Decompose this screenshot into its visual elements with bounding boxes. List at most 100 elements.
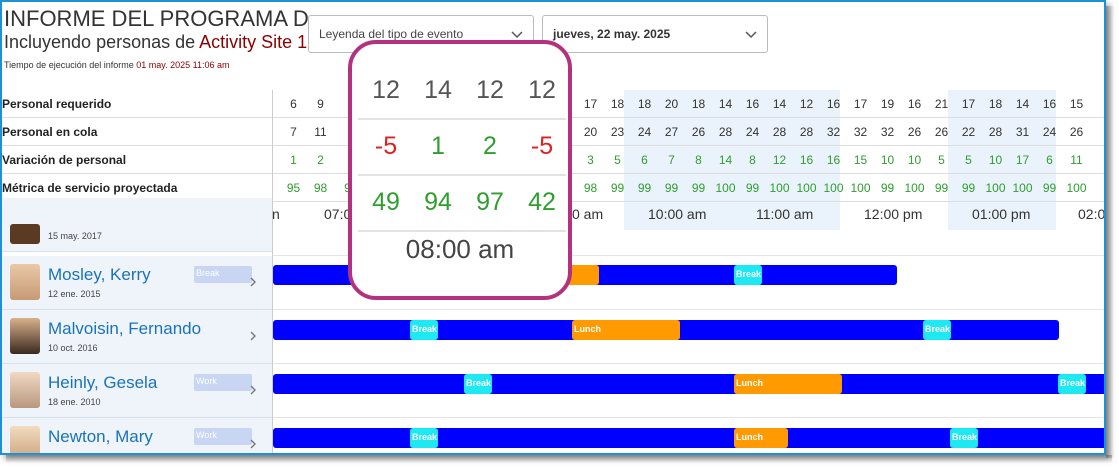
avatar — [10, 318, 40, 354]
chevron-right-icon[interactable] — [248, 438, 258, 450]
lunch-bar[interactable]: Lunch — [572, 320, 680, 340]
metric-cell-required: 20 — [664, 97, 679, 111]
person-name[interactable]: Malvoisin, Fernando — [48, 319, 201, 339]
metric-cell-variance: 15 — [853, 153, 868, 167]
person-name[interactable]: Heinly, Gesela — [48, 373, 157, 393]
metric-cell-required: 19 — [880, 97, 895, 111]
chevron-down-icon — [511, 31, 523, 39]
break-bar[interactable]: Break — [464, 374, 492, 394]
subtitle-prefix: Incluyendo personas de — [4, 32, 200, 52]
chevron-right-icon[interactable] — [248, 330, 258, 342]
metric-cell-service: 100 — [1066, 181, 1087, 195]
zoom-value: 12 — [528, 76, 556, 104]
chevron-down-icon — [745, 31, 757, 39]
time-label: 02:0 — [1078, 206, 1106, 222]
metric-cell-required: 15 — [1069, 97, 1084, 111]
person-row[interactable]: 15 may. 2017 — [2, 198, 272, 252]
zoom-value: 2 — [483, 132, 497, 160]
zoom-value: -5 — [530, 132, 554, 160]
report-window: INFORME DEL PROGRAMA DE TRABAJO Incluyen… — [0, 0, 1106, 455]
person-name[interactable]: Mosley, Kerry — [48, 265, 151, 285]
metric-cell-variance: 1 — [290, 153, 297, 167]
date-dropdown[interactable]: jueves, 22 may. 2025 — [542, 15, 768, 53]
person-row-newton[interactable]: Newton, Mary Work — [2, 418, 272, 453]
metric-cell-service: 95 — [286, 181, 301, 195]
metric-cell-variance: 7 — [668, 153, 675, 167]
chevron-right-icon[interactable] — [248, 384, 258, 396]
metric-cell-queued: 28 — [772, 125, 787, 139]
person-row-malvoisin[interactable]: Malvoisin, Fernando 10 oct. 2016 — [2, 310, 272, 364]
timeline-row-newton: Break Lunch Break — [273, 418, 1104, 453]
zoom-variance-row: -5 1 2 -5 — [358, 122, 566, 176]
metric-cell-queued: 22 — [961, 125, 976, 139]
zoom-service-row: 49 94 97 42 — [358, 178, 566, 232]
runtime-value: 01 may. 2025 11:06 am — [136, 60, 230, 70]
metric-cell-required: 18 — [691, 97, 706, 111]
break-bar[interactable]: Break — [734, 265, 762, 285]
metric-cell-queued: 11 — [314, 125, 327, 139]
person-start-date: 10 oct. 2016 — [48, 343, 98, 353]
metric-cell-service: 100 — [769, 181, 790, 195]
metric-cell-required: 16 — [745, 97, 760, 111]
person-start-date: 12 ene. 2015 — [48, 289, 101, 299]
lunch-bar[interactable]: Lunch — [734, 428, 788, 448]
metric-cell-queued: 27 — [664, 125, 679, 139]
metric-cell-variance: 17 — [1015, 153, 1030, 167]
work-tag: Break — [194, 266, 252, 283]
work-tag: Work — [194, 374, 252, 391]
metric-label-queued: Personal en cola — [2, 118, 272, 146]
metric-cell-queued: 7 — [290, 125, 297, 139]
metric-cell-queued: 26 — [934, 125, 949, 139]
metric-cell-required: 16 — [1042, 97, 1057, 111]
work-bar[interactable] — [273, 374, 1104, 394]
metric-cell-queued: 23 — [610, 125, 625, 139]
person-row-mosley[interactable]: Mosley, Kerry 12 ene. 2015 Break — [2, 256, 272, 310]
runtime-label: Tiempo de ejecución del informe — [4, 60, 137, 70]
break-bar[interactable]: Break — [923, 320, 951, 340]
metric-cell-variance: 3 — [587, 153, 594, 167]
break-bar[interactable]: Break — [1058, 374, 1086, 394]
break-bar[interactable]: Break — [410, 320, 438, 340]
person-row-heinly[interactable]: Heinly, Gesela 18 ene. 2010 Work — [2, 364, 272, 418]
time-label: 10:00 am — [648, 206, 707, 222]
metric-cell-service: 99 — [880, 181, 895, 195]
metric-cell-queued: 26 — [907, 125, 922, 139]
break-bar[interactable]: Break — [950, 428, 978, 448]
metric-label-required: Personal requerido — [2, 90, 272, 118]
metric-cell-queued: 28 — [988, 125, 1003, 139]
chevron-right-icon[interactable] — [248, 276, 258, 288]
metric-cell-service: 98 — [313, 181, 328, 195]
metric-cell-queued: 28 — [718, 125, 733, 139]
metric-cell-variance: 10 — [988, 153, 1003, 167]
zoom-callout: 12 14 12 12 -5 1 2 -5 49 94 97 42 08:00 … — [348, 40, 572, 300]
metric-cell-required: 17 — [853, 97, 868, 111]
metric-cell-required: 6 — [290, 97, 297, 111]
avatar — [10, 426, 40, 453]
zoom-value: 94 — [424, 188, 452, 216]
metric-cell-variance: 10 — [880, 153, 895, 167]
metric-cell-queued: 26 — [1069, 125, 1084, 139]
legend-dropdown-label: Leyenda del tipo de evento — [319, 27, 464, 41]
metric-cell-variance: 12 — [772, 153, 787, 167]
avatar — [10, 224, 40, 244]
metric-cell-required: 16 — [907, 97, 922, 111]
time-label: 11:00 am — [756, 206, 814, 222]
metric-cell-service: 100 — [904, 181, 925, 195]
metric-cell-variance: 5 — [965, 153, 972, 167]
metric-cell-variance: 5 — [938, 153, 945, 167]
report-runtime: Tiempo de ejecución del informe 01 may. … — [4, 60, 229, 70]
time-label: n — [272, 206, 280, 222]
avatar — [10, 264, 40, 300]
metric-cell-service: 99 — [664, 181, 679, 195]
lunch-bar[interactable]: Lunch — [734, 374, 842, 394]
metric-cell-required: 14 — [772, 97, 787, 111]
person-name[interactable]: Newton, Mary — [48, 427, 153, 447]
break-bar[interactable]: Break — [410, 428, 438, 448]
person-start-date: 18 ene. 2010 — [48, 397, 101, 407]
metric-cell-variance: 6 — [641, 153, 648, 167]
metric-cell-queued: 24 — [745, 125, 760, 139]
metric-cell-required: 18 — [988, 97, 1003, 111]
metric-cell-variance: 2 — [317, 153, 324, 167]
work-bar[interactable] — [273, 428, 1104, 448]
metric-cell-service: 100 — [985, 181, 1006, 195]
